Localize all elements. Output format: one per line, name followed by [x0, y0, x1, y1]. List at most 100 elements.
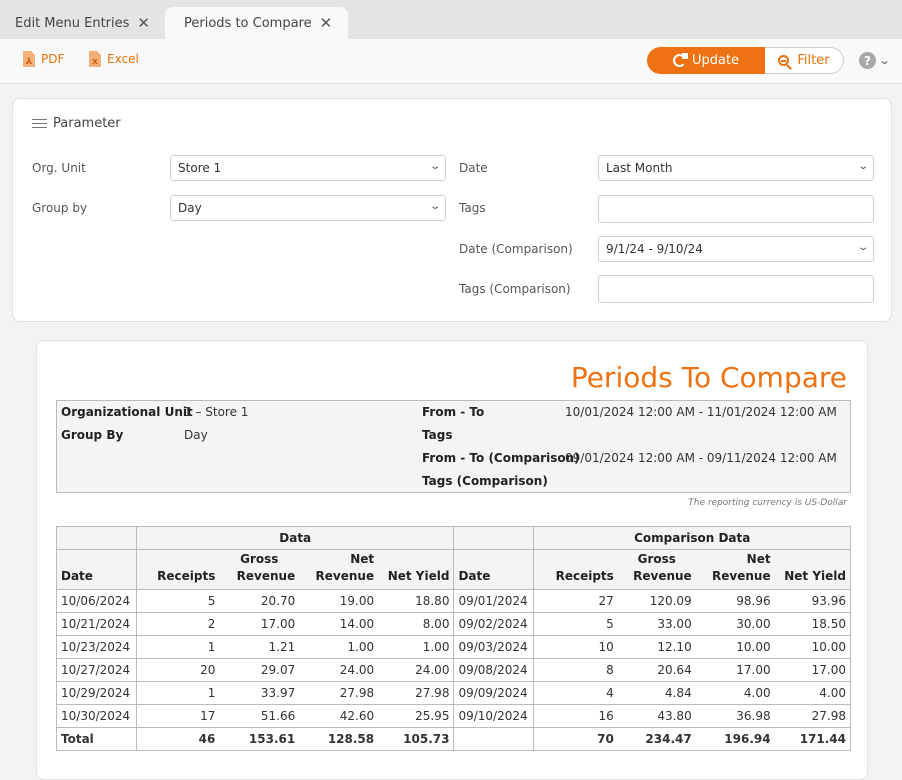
tags-comparison-label: Tags (Comparison)	[459, 282, 571, 296]
cell-net-revenue: 1.00	[299, 635, 379, 659]
cell-comparison-date: 09/08/2024	[453, 658, 535, 682]
cell-receipts: 5	[135, 589, 220, 613]
cell-comparison-gross-revenue: 20.64	[617, 658, 696, 682]
cell-comparison-receipts: 4	[533, 681, 618, 705]
close-icon[interactable]: ✕	[320, 14, 333, 32]
cell-comparison-net-yield: 93.96	[774, 589, 851, 613]
tab-edit-menu-entries[interactable]: Edit Menu Entries ✕	[15, 7, 150, 39]
cell-comparison-net-revenue: 36.98	[695, 704, 775, 728]
org-unit-val: 1 – Store 1	[184, 405, 249, 419]
group-by-select[interactable]: Day ⌄	[170, 195, 446, 221]
group-by-value: Day	[178, 201, 202, 215]
col-comparison-date: Date	[453, 549, 535, 590]
cell-comparison-net-yield: 17.00	[774, 658, 851, 682]
group-by-key: Group By	[61, 428, 124, 442]
org-unit-select[interactable]: Store 1 ⌄	[170, 155, 446, 181]
cell-comparison-net-yield: 10.00	[774, 635, 851, 659]
tab-label: Edit Menu Entries	[15, 15, 130, 31]
group-header-data: Data	[135, 526, 455, 550]
total-receipts: 46	[135, 727, 220, 751]
cell-comparison-receipts: 8	[533, 658, 618, 682]
cell-comparison-net-yield: 4.00	[774, 681, 851, 705]
header-empty	[56, 526, 137, 550]
total-gross-revenue: 153.61	[219, 727, 300, 751]
pdf-label: PDF	[41, 52, 65, 66]
date-comparison-value: 9/1/24 - 9/10/24	[606, 242, 703, 256]
col-comparison-net-yield: Net Yield	[774, 549, 851, 590]
col-gross-line2: Revenue	[236, 569, 296, 583]
cell-date: 10/06/2024	[56, 589, 137, 613]
report-title: Periods To Compare	[570, 361, 847, 394]
total-comparison-gross-revenue: 234.47	[617, 727, 696, 751]
chevron-down-icon: ⌄	[878, 54, 891, 67]
cell-comparison-gross-revenue: 33.00	[617, 612, 696, 636]
col-net-yield: Net Yield	[378, 549, 455, 590]
tags-key: Tags	[422, 428, 453, 442]
help-menu-button[interactable]: ? ⌄	[859, 52, 891, 69]
col-receipts: Receipts	[135, 549, 220, 590]
report-info-box: Organizational Unit 1 – Store 1 Group By…	[56, 400, 851, 493]
table-row: 10/23/2024 1 1.21 1.00 1.00 09/03/2024 10 12.10…	[56, 635, 851, 659]
tags-input[interactable]	[598, 195, 874, 223]
cell-date: 10/29/2024	[56, 681, 137, 705]
cell-comparison-receipts: 16	[533, 704, 618, 728]
cell-comparison-date: 09/09/2024	[453, 681, 535, 705]
cell-receipts: 1	[135, 681, 220, 705]
cell-net-yield: 24.00	[378, 658, 455, 682]
update-button[interactable]: Update	[647, 47, 765, 74]
cell-net-yield: 1.00	[378, 635, 455, 659]
excel-export-button[interactable]: x Excel	[89, 51, 139, 67]
header-empty	[453, 526, 535, 550]
tags-comparison-input[interactable]	[598, 275, 874, 303]
table-row: 10/06/2024 5 20.70 19.00 18.80 09/01/2024 27 12…	[56, 589, 851, 613]
tags-label: Tags	[459, 201, 486, 215]
from-to-comparison-val: 09/01/2024 12:00 AM - 09/11/2024 12:00 A…	[565, 451, 837, 465]
excel-label: Excel	[107, 52, 139, 66]
cell-comparison-gross-revenue: 43.80	[617, 704, 696, 728]
cell-net-yield: 25.95	[378, 704, 455, 728]
cell-comparison-net-revenue: 4.00	[695, 681, 775, 705]
cell-comparison-receipts: 5	[533, 612, 618, 636]
chevron-down-icon: ⌄	[428, 201, 441, 212]
date-comparison-select[interactable]: 9/1/24 - 9/10/24 ⌄	[598, 236, 874, 262]
from-to-val: 10/01/2024 12:00 AM - 11/01/2024 12:00 A…	[565, 405, 837, 419]
cell-comparison-net-revenue: 30.00	[695, 612, 775, 636]
cell-net-yield: 8.00	[378, 612, 455, 636]
cell-receipts: 2	[135, 612, 220, 636]
chevron-down-icon: ⌄	[856, 161, 869, 172]
group-by-val: Day	[184, 428, 208, 442]
cell-comparison-receipts: 10	[533, 635, 618, 659]
chevron-down-icon: ⌄	[856, 242, 869, 253]
pdf-export-button[interactable]: ⅄ PDF	[23, 51, 64, 67]
date-select[interactable]: Last Month ⌄	[598, 155, 874, 181]
col-comparison-net-revenue: Net Revenue	[695, 549, 775, 590]
zoom-out-icon	[778, 55, 790, 66]
group-by-label: Group by	[32, 201, 88, 215]
chevron-down-icon: ⌄	[428, 161, 441, 172]
cell-comparison-gross-revenue: 4.84	[617, 681, 696, 705]
pdf-file-icon: ⅄	[23, 51, 35, 67]
cell-comparison-date: 09/01/2024	[453, 589, 535, 613]
date-label: Date	[459, 161, 488, 175]
date-value: Last Month	[606, 161, 673, 175]
cell-gross-revenue: 33.97	[219, 681, 300, 705]
table-row: 10/30/2024 17 51.66 42.60 25.95 09/10/2024 16 4…	[56, 704, 851, 728]
close-icon[interactable]: ✕	[137, 14, 150, 32]
filter-button[interactable]: Filter	[765, 47, 844, 74]
parameter-header[interactable]: Parameter	[32, 116, 121, 131]
col-net-revenue: Net Revenue	[299, 549, 379, 590]
total-comparison-net-yield: 171.44	[774, 727, 851, 751]
org-unit-value: Store 1	[178, 161, 222, 175]
tab-periods-to-compare[interactable]: Periods to Compare ✕	[165, 7, 348, 39]
cell-comparison-gross-revenue: 120.09	[617, 589, 696, 613]
cell-gross-revenue: 51.66	[219, 704, 300, 728]
report-panel: Periods To Compare Organizational Unit 1…	[36, 340, 868, 780]
cell-gross-revenue: 29.07	[219, 658, 300, 682]
table-row: 10/21/2024 2 17.00 14.00 8.00 09/02/2024 5 33.0…	[56, 612, 851, 636]
cell-comparison-net-revenue: 10.00	[695, 635, 775, 659]
col-gross-line1: Gross	[240, 552, 279, 566]
from-to-comparison-key: From - To (Comparison)	[422, 451, 580, 465]
total-net-revenue: 128.58	[299, 727, 379, 751]
sliders-icon	[32, 118, 47, 130]
col-gross-revenue: Gross Revenue	[219, 549, 300, 590]
